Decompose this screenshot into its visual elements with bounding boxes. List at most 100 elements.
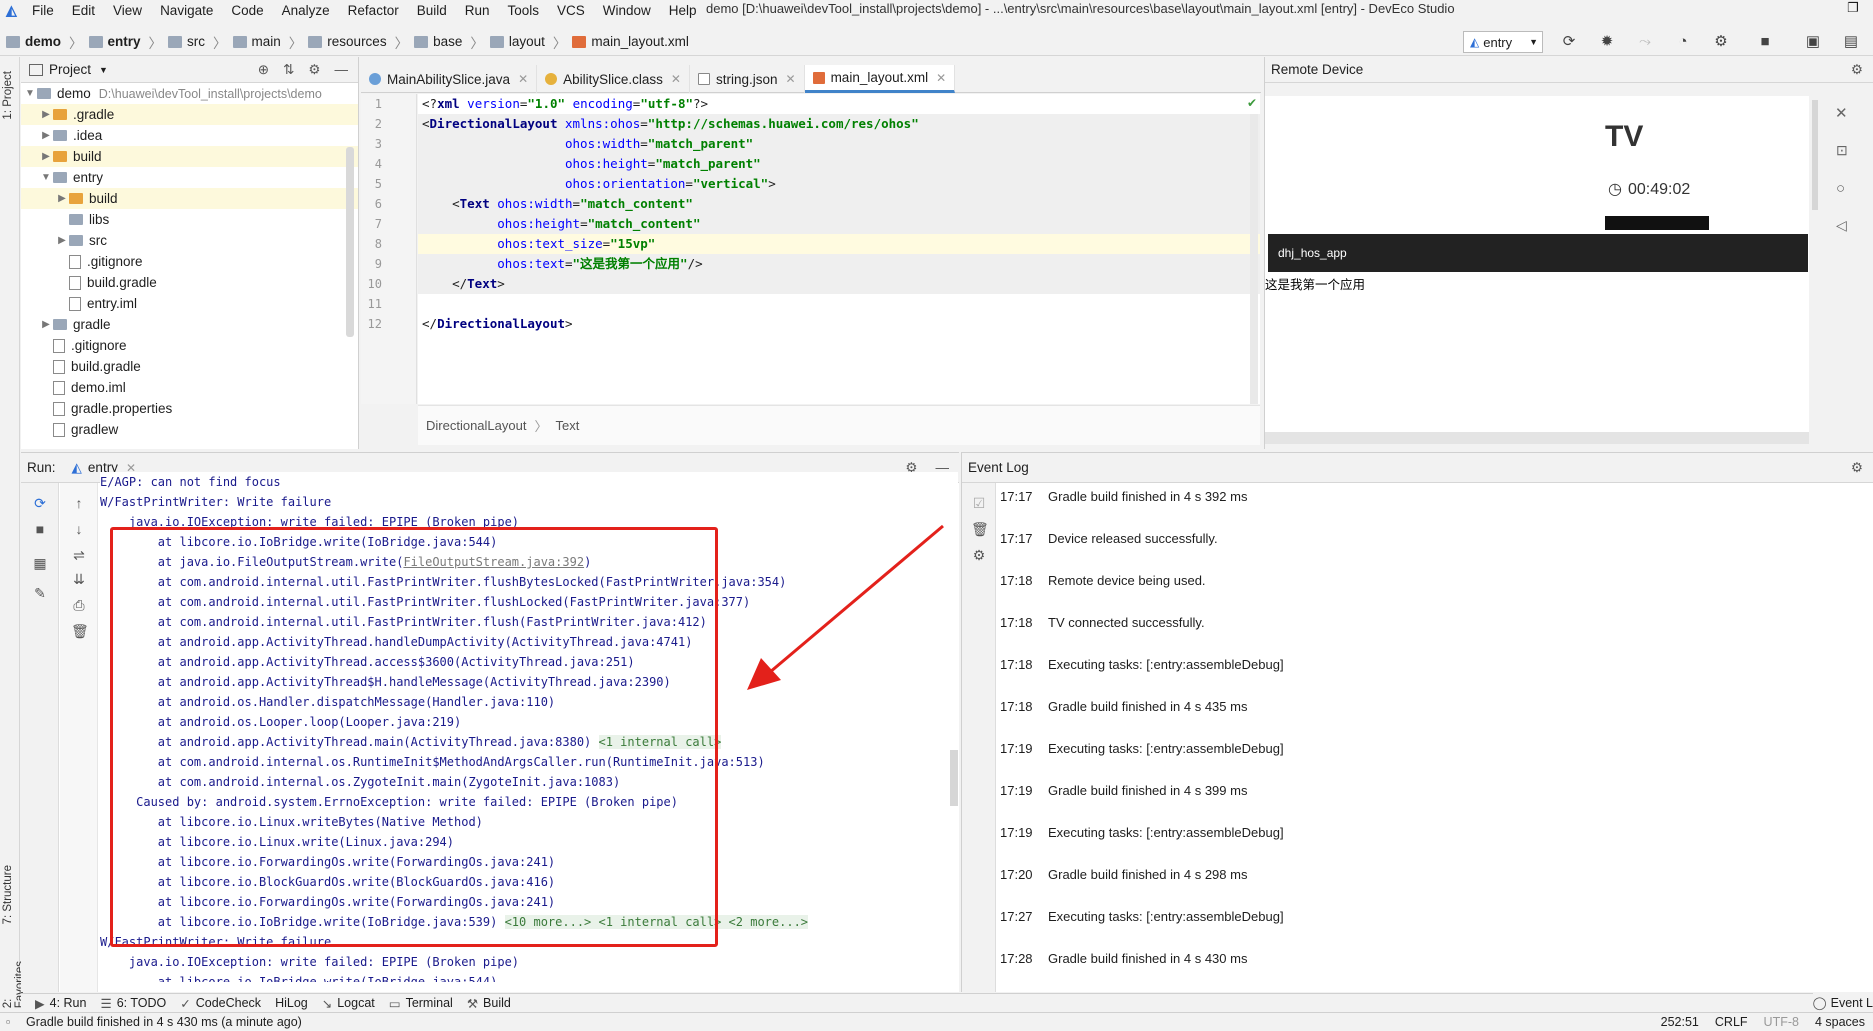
code-line[interactable]: <?xml version="1.0" encoding="utf-8"?>	[418, 94, 1260, 114]
tab-main-layout-xml[interactable]: main_layout.xml ✕	[804, 65, 956, 93]
device-horizontal-scrollbar[interactable]	[1265, 432, 1809, 444]
menu-refactor[interactable]: Refactor	[348, 3, 399, 18]
pin-icon[interactable]: ✎	[32, 585, 48, 601]
code-line[interactable]: ohos:orientation="vertical">	[418, 174, 1260, 194]
event-log-entry[interactable]: 17:20 Gradle build finished in 4 s 298 ms	[1000, 867, 1247, 882]
scrollbar-thumb[interactable]	[346, 147, 354, 337]
tab-structure[interactable]: 7: Structure	[2, 865, 14, 924]
code-editor[interactable]: <?xml version="1.0" encoding="utf-8"?> <D…	[418, 94, 1260, 404]
tree-item[interactable]: ▶ .gradle	[21, 104, 358, 125]
project-panel-title[interactable]: Project	[49, 62, 91, 77]
hide-panel-icon[interactable]: —	[335, 62, 349, 77]
event-log-entry[interactable]: 17:28 Gradle build finished in 4 s 430 ms	[1000, 951, 1247, 966]
rerun-icon[interactable]: ⟳	[32, 495, 48, 511]
device-vertical-scrollbar[interactable]	[1812, 100, 1818, 210]
crumb-text[interactable]: Text	[555, 418, 579, 433]
breadcrumb-entry[interactable]: entry 〉	[88, 32, 162, 52]
menu-navigate[interactable]: Navigate	[160, 3, 213, 18]
scroll-to-end-icon[interactable]: ⇊	[71, 571, 87, 587]
indent-setting[interactable]: 4 spaces	[1815, 1015, 1865, 1029]
menu-analyze[interactable]: Analyze	[282, 3, 330, 18]
chevron-right-icon[interactable]: ▶	[39, 109, 53, 120]
tree-item[interactable]: .gitignore	[21, 335, 358, 356]
code-line[interactable]: ohos:width="match_parent"	[418, 134, 1260, 154]
code-line[interactable]: ohos:height="match_content"	[418, 214, 1260, 234]
tree-item[interactable]: gradle.properties	[21, 398, 358, 419]
attach-debugger-icon[interactable]: ⤳	[1636, 33, 1654, 51]
tree-root-demo[interactable]: ▼ demo D:\huawei\devTool_install\project…	[21, 83, 358, 104]
chevron-right-icon[interactable]: ▶	[55, 235, 69, 246]
expand-arrow-icon[interactable]: ▼	[23, 88, 37, 99]
chevron-right-icon[interactable]: ▶	[39, 130, 53, 141]
run-configuration-select[interactable]: ◭ entry ▼	[1463, 31, 1543, 53]
arrow-up-icon[interactable]: ↑	[71, 495, 87, 511]
tree-item[interactable]: ▶ gradle	[21, 314, 358, 335]
crumb-directionallayout[interactable]: DirectionalLayout	[426, 418, 526, 433]
mark-read-icon[interactable]: ☑	[971, 495, 987, 511]
event-log-entry[interactable]: 17:19 Executing tasks: [:entry:assembleDe…	[1000, 825, 1284, 840]
device-manager-icon[interactable]: ▣	[1804, 33, 1822, 51]
close-icon[interactable]: ✕	[936, 71, 946, 85]
profiler-icon[interactable]: ◔	[1674, 33, 1692, 51]
tab-string-json[interactable]: string.json ✕	[690, 65, 805, 93]
console-line[interactable]: W/FastPrintWriter: Write failure	[100, 492, 958, 512]
back-icon[interactable]: ◁	[1836, 217, 1847, 234]
status-square-icon[interactable]: ▫	[6, 1015, 10, 1029]
breadcrumb-demo[interactable]: demo 〉	[6, 32, 83, 52]
settings-gear-icon[interactable]: ⚙	[1851, 460, 1863, 476]
bottom-tab[interactable]: ▭ Terminal	[389, 996, 453, 1011]
close-icon[interactable]: ✕	[518, 72, 528, 86]
collapse-all-icon[interactable]: ⇅	[283, 62, 294, 78]
console-scrollbar[interactable]	[950, 750, 958, 806]
code-line[interactable]: </DirectionalLayout>	[418, 314, 1260, 334]
console-line[interactable]: E/AGP: can not find focus	[100, 472, 958, 492]
caret-position[interactable]: 252:51	[1661, 1015, 1699, 1029]
restore-window-icon[interactable]: ❐	[1843, 0, 1863, 16]
close-icon[interactable]: ✕	[786, 72, 796, 86]
stop-icon[interactable]: ■	[1756, 33, 1774, 51]
arrow-down-icon[interactable]: ↓	[71, 521, 87, 537]
chevron-right-icon[interactable]: ▶	[39, 151, 53, 162]
tree-item[interactable]: gradlew	[21, 419, 358, 440]
menu-edit[interactable]: Edit	[72, 3, 95, 18]
event-log-entry[interactable]: 17:18 Executing tasks: [:entry:assembleDe…	[1000, 657, 1284, 672]
tree-item[interactable]: ▶ build	[21, 188, 358, 209]
bottom-tab[interactable]: ↘ Logcat	[322, 996, 375, 1011]
stop-icon[interactable]: ■	[32, 521, 48, 537]
console-line[interactable]: at libcore.io.IoBridge.write(IoBridge.ja…	[100, 972, 958, 982]
event-log-entry[interactable]: 17:18 Remote device being used.	[1000, 573, 1206, 588]
menu-file[interactable]: File	[32, 3, 54, 18]
sdk-manager-icon[interactable]: ▤	[1842, 33, 1860, 51]
tree-item[interactable]: ▶ .idea	[21, 125, 358, 146]
code-line[interactable]: <DirectionalLayout xmlns:ohos="http://sc…	[418, 114, 1260, 134]
tree-item[interactable]: libs	[21, 209, 358, 230]
bottom-tab[interactable]: ✓ CodeCheck	[180, 996, 261, 1011]
tree-item[interactable]: demo.iml	[21, 377, 358, 398]
event-log-entry[interactable]: 17:19 Gradle build finished in 4 s 399 ms	[1000, 783, 1247, 798]
close-icon[interactable]: ✕	[671, 72, 681, 86]
event-log-entry[interactable]: 17:18 Gradle build finished in 4 s 435 ms	[1000, 699, 1247, 714]
breadcrumb-base[interactable]: base 〉	[414, 32, 484, 52]
tree-item[interactable]: entry.iml	[21, 293, 358, 314]
event-log-entry[interactable]: 17:18 TV connected successfully.	[1000, 615, 1205, 630]
code-line[interactable]	[418, 294, 1260, 314]
chevron-down-icon[interactable]: ▼	[39, 172, 53, 183]
menu-build[interactable]: Build	[417, 3, 447, 18]
chevron-down-icon[interactable]: ▼	[99, 65, 108, 75]
line-separator[interactable]: CRLF	[1715, 1015, 1748, 1029]
clear-all-icon[interactable]: 🗑	[971, 521, 989, 537]
tree-item[interactable]: ▶ src	[21, 230, 358, 251]
menu-window[interactable]: Window	[603, 3, 651, 18]
menu-view[interactable]: View	[113, 3, 142, 18]
debug-icon[interactable]: ✹	[1598, 33, 1616, 51]
code-line[interactable]: ohos:text_size="15vp"	[418, 234, 1260, 254]
event-log-entry[interactable]: 17:27 Executing tasks: [:entry:assembleDe…	[1000, 909, 1284, 924]
tree-item[interactable]: .gitignore	[21, 251, 358, 272]
bottom-tab[interactable]: HiLog	[275, 996, 308, 1010]
tab-project[interactable]: 1: Project	[2, 71, 14, 120]
tab-abilityslice[interactable]: AbilitySlice.class ✕	[537, 65, 690, 93]
code-line[interactable]: ohos:text="这是我第一个应用"/>	[418, 254, 1260, 274]
menu-tools[interactable]: Tools	[508, 3, 540, 18]
soft-wrap-icon[interactable]: ⇌	[71, 547, 87, 563]
breadcrumb-resources[interactable]: resources 〉	[308, 32, 408, 52]
